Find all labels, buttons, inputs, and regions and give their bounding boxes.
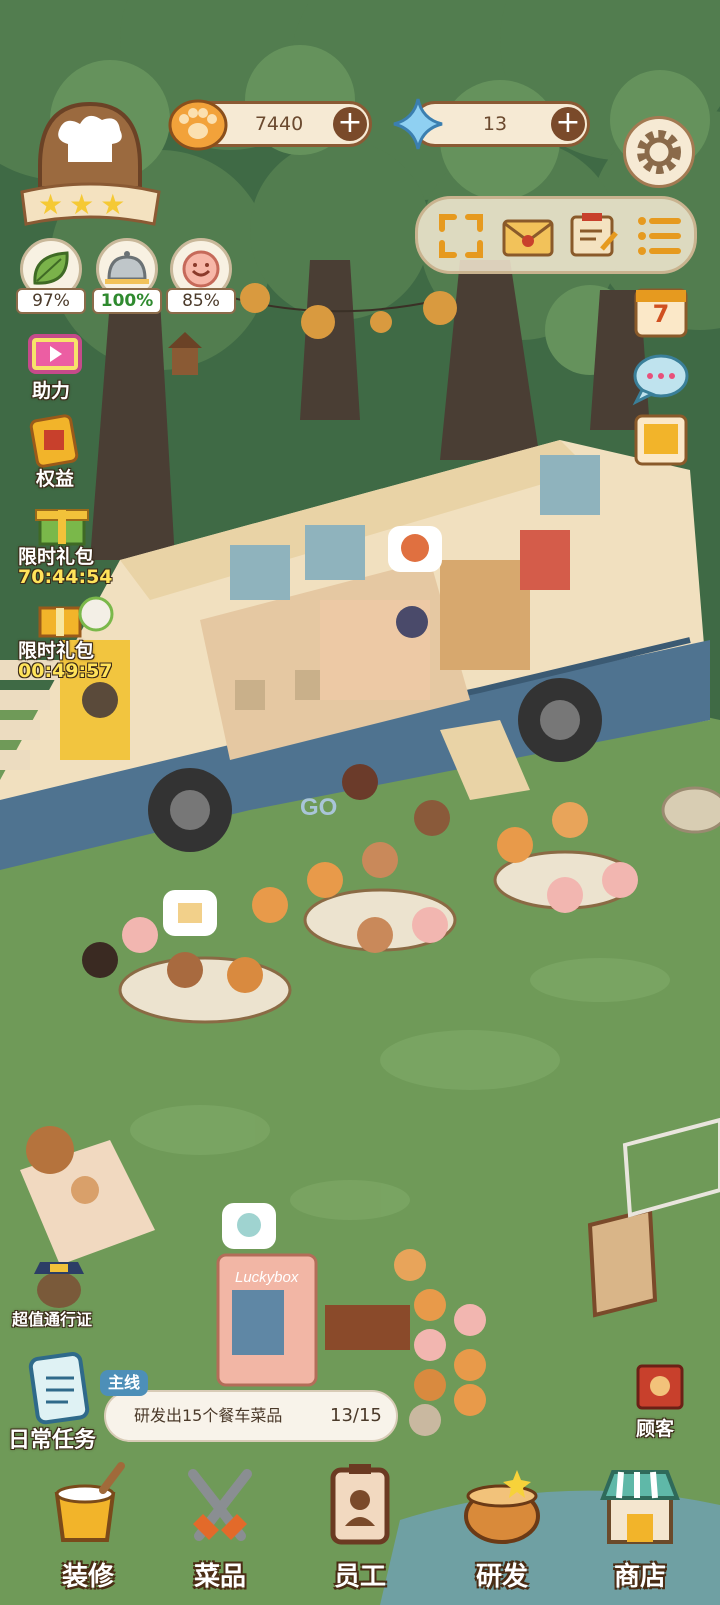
paint-bucket-icon	[54, 1462, 125, 1542]
list-menu-button[interactable]	[636, 213, 682, 259]
star-icon: ★	[69, 188, 101, 221]
limited-gift-1-label: 限时礼包	[18, 546, 95, 568]
photo-frame-icon	[634, 414, 688, 466]
nav-dishes-label: 菜品	[193, 1562, 246, 1592]
limited-gift-2-button[interactable]: 限时礼包 00:49:57	[16, 594, 126, 686]
nav-staff[interactable]: 员工	[300, 1450, 420, 1600]
star-icon: ★	[100, 188, 132, 221]
gear-icon	[637, 130, 681, 174]
bottom-nav: 装修 菜品 员工 研发 商店	[0, 1450, 720, 1605]
star-rating: ★★★	[38, 188, 131, 221]
reception-counter	[325, 1305, 410, 1350]
nav-research[interactable]: 研发	[442, 1450, 562, 1600]
fountain	[661, 786, 720, 834]
quest-tag: 主线	[100, 1370, 149, 1396]
birdhouse	[172, 345, 198, 375]
daily-tasks-button[interactable]: 日常任务	[6, 1348, 116, 1453]
calendar-day: 7	[652, 300, 670, 328]
fullscreen-button[interactable]	[438, 213, 484, 259]
limited-gift-2-label: 限时礼包	[18, 640, 95, 662]
gold-card-icon	[29, 414, 79, 468]
action-panel	[415, 196, 697, 274]
fullscreen-icon	[439, 214, 483, 258]
shop-icon	[600, 1470, 680, 1544]
calendar-button[interactable]: 7	[632, 282, 690, 340]
quest-text: 研发出15个餐车菜品	[134, 1406, 283, 1425]
limited-gift-1-button[interactable]: 限时礼包 70:44:54	[16, 500, 113, 592]
limited-gift-2-timer: 00:49:57	[18, 660, 113, 682]
add-gems-button[interactable]: +	[551, 107, 585, 141]
value-pass-button[interactable]: 超值通行证	[8, 1250, 128, 1338]
nav-research-label: 研发	[475, 1562, 528, 1592]
notes-button[interactable]	[568, 209, 620, 259]
nav-shop[interactable]: 商店	[580, 1450, 700, 1600]
main-quest-bar[interactable]: 研发出15个餐车菜品 13/15	[104, 1390, 398, 1442]
dog-captain-icon	[34, 1262, 84, 1308]
benefits-button[interactable]: 权益	[22, 414, 86, 490]
service-stat-value: 100%	[92, 288, 162, 314]
menu-board	[587, 1207, 658, 1318]
satisfaction-stat-value: 85%	[166, 288, 236, 314]
limited-gift-1-timer: 70:44:54	[18, 566, 113, 588]
freshness-stat-value: 97%	[16, 288, 86, 314]
clipboard-pencil-icon	[570, 213, 618, 257]
sparkle-gem-icon	[392, 97, 444, 151]
nav-dishes[interactable]: 菜品	[160, 1450, 280, 1600]
mail-button[interactable]	[502, 213, 554, 259]
lucky-cat	[394, 1249, 426, 1281]
nav-decorate[interactable]: 装修	[28, 1450, 148, 1600]
gem-value: 13	[482, 113, 508, 135]
nav-staff-label: 员工	[333, 1562, 386, 1592]
bus-sign: GO	[300, 794, 337, 821]
customer-book-icon	[636, 1364, 684, 1410]
gift-box-icon	[35, 509, 89, 546]
restaurant-level-badge[interactable]: ★★★	[18, 96, 163, 231]
settings-button[interactable]	[623, 116, 695, 188]
quest-progress: 13/15	[330, 1405, 382, 1426]
photo-album-button[interactable]	[632, 412, 690, 468]
staff-badge-icon	[330, 1464, 390, 1545]
paw-icon	[168, 97, 228, 151]
video-tv-icon	[28, 334, 82, 374]
chat-button[interactable]	[628, 350, 694, 406]
customers-label: 顾客	[636, 1418, 675, 1440]
value-pass-label: 超值通行证	[12, 1310, 93, 1329]
luckybox-sign: Luckybox	[235, 1269, 299, 1286]
nav-decorate-label: 装修	[61, 1562, 114, 1592]
assist-label: 助力	[32, 380, 71, 402]
nav-shop-label: 商店	[613, 1562, 666, 1592]
envelope-icon	[502, 219, 554, 257]
cooking-pot-icon	[464, 1470, 540, 1544]
customers-button[interactable]: 顾客	[624, 1362, 696, 1442]
paw-coin-value: 7440	[254, 113, 304, 135]
list-icon	[638, 217, 681, 255]
star-icon: ★	[38, 188, 70, 221]
benefits-label: 权益	[36, 468, 75, 490]
gift-box-icon	[38, 596, 114, 638]
add-coins-button[interactable]: +	[333, 107, 367, 141]
clipboard-icon	[28, 1352, 90, 1425]
assist-button[interactable]: 助力	[22, 328, 86, 402]
fork-spoon-icon	[188, 1469, 252, 1541]
chat-bubble-icon	[632, 354, 689, 406]
